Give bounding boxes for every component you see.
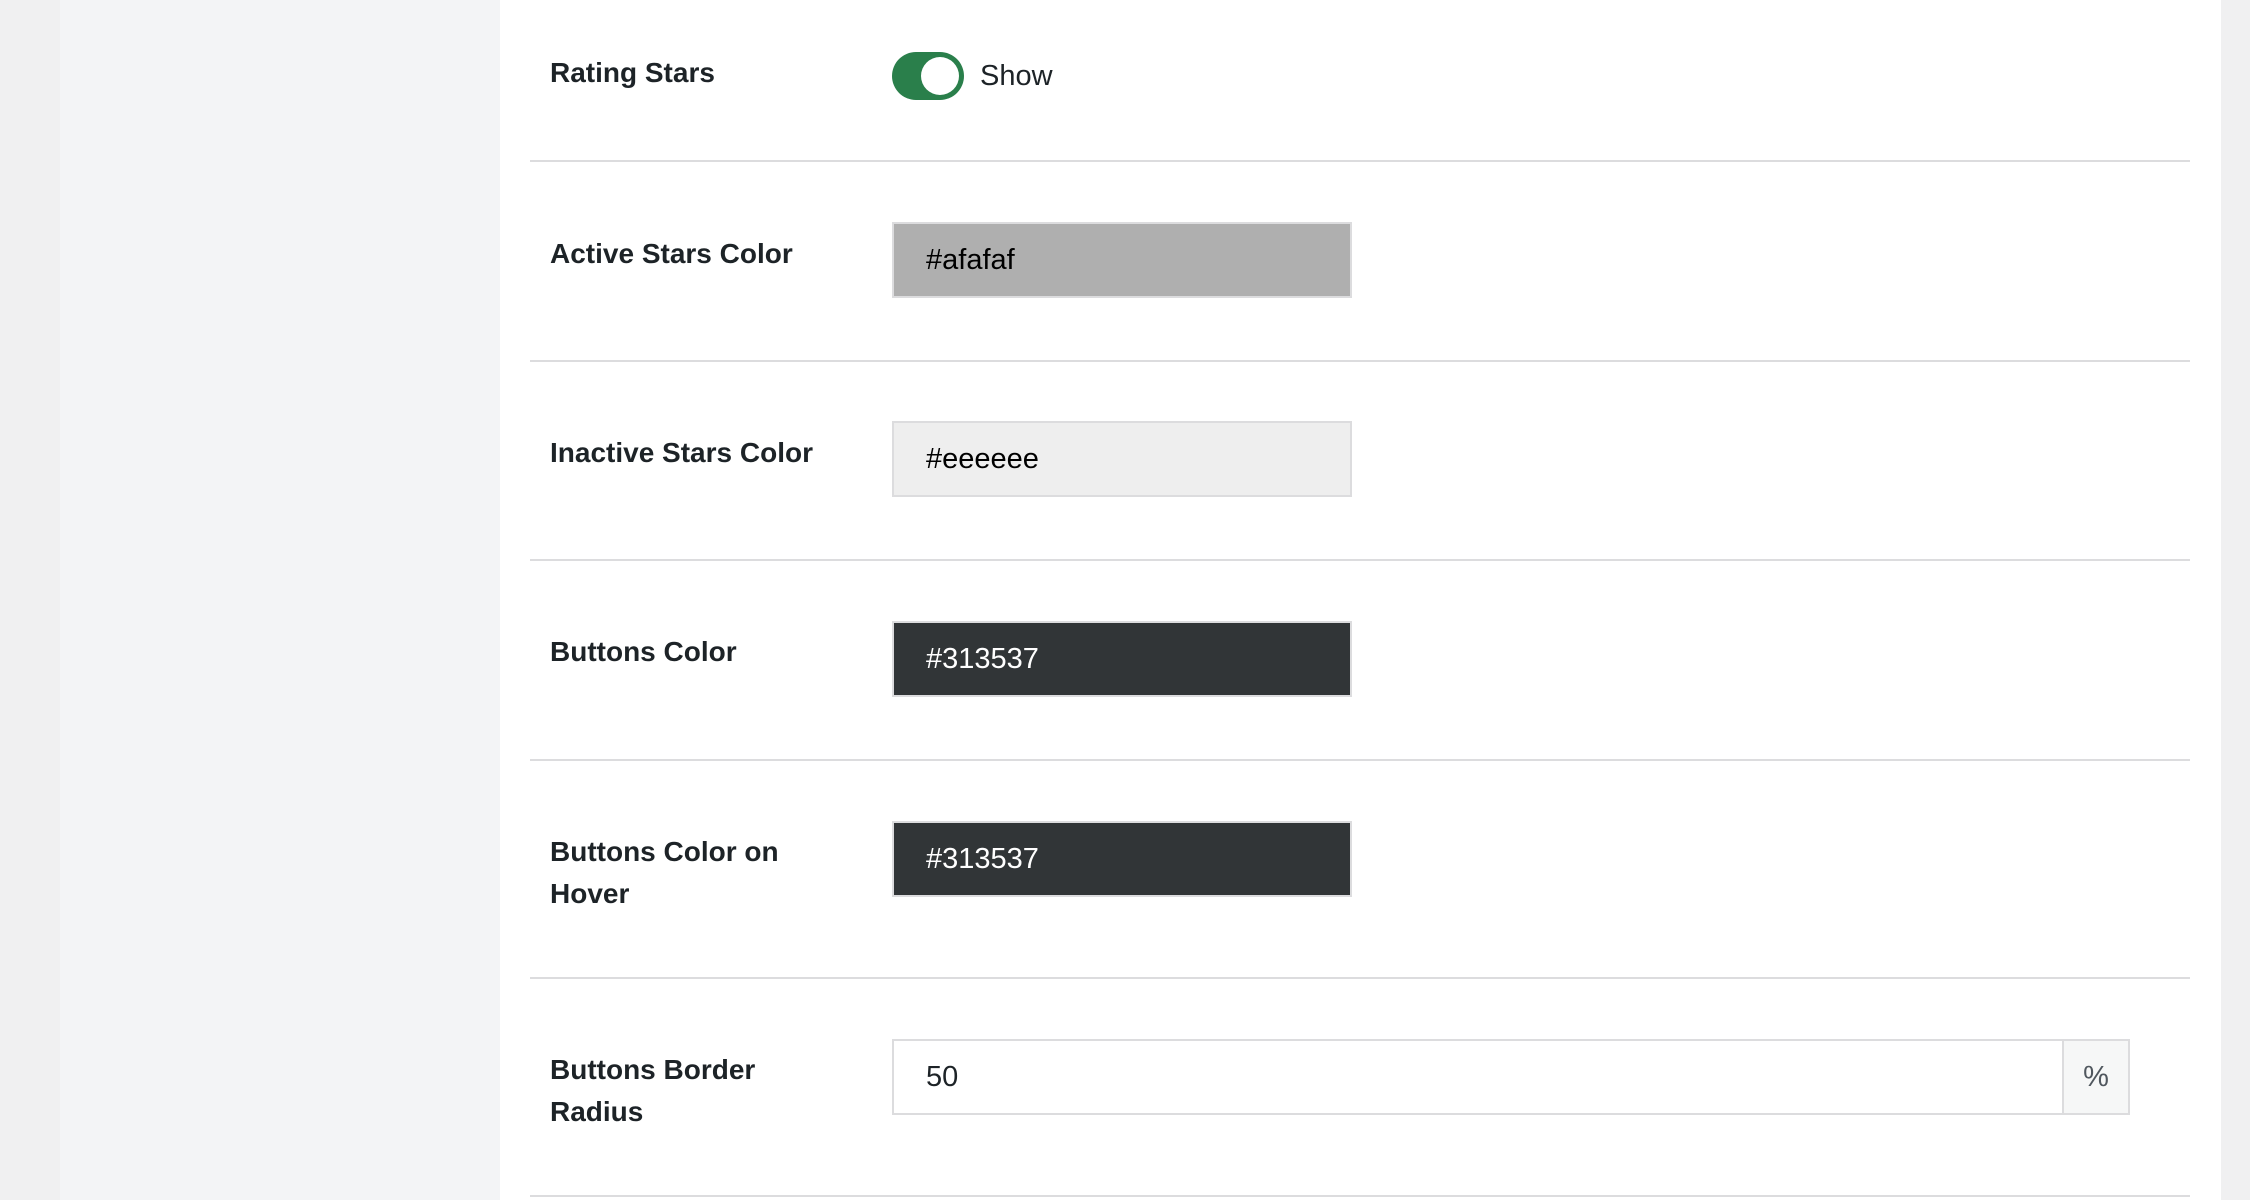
active-stars-color-picker[interactable]: #afafaf (892, 222, 1352, 298)
rating-stars-toggle-text: Show (980, 59, 1053, 92)
inactive-stars-color-value: #eeeeee (926, 442, 1039, 475)
buttons-color-hover-picker[interactable]: #313537 (892, 821, 1352, 897)
buttons-color-hover-value: #313537 (926, 842, 1039, 875)
rating-stars-toggle-group: Show (892, 52, 1053, 100)
inactive-stars-color-label: Inactive Stars Color (550, 437, 813, 468)
buttons-color-hover-label: Buttons Color on Hover (550, 836, 779, 909)
buttons-border-radius-label: Buttons Border Radius (550, 1054, 756, 1127)
inactive-stars-color-picker[interactable]: #eeeeee (892, 421, 1352, 497)
active-stars-color-label: Active Stars Color (550, 238, 793, 269)
setting-row-buttons-border-radius: Buttons Border Radius % (530, 979, 2190, 1197)
setting-row-rating-stars: Rating Stars Show (530, 0, 2190, 162)
buttons-border-radius-group: % (892, 1039, 2130, 1115)
buttons-color-label: Buttons Color (550, 636, 737, 667)
buttons-color-picker[interactable]: #313537 (892, 621, 1352, 697)
setting-row-active-stars-color: Active Stars Color #afafaf (530, 162, 2190, 362)
setting-row-buttons-color-hover: Buttons Color on Hover #313537 (530, 761, 2190, 979)
rating-stars-label: Rating Stars (550, 57, 715, 88)
buttons-border-radius-input[interactable] (892, 1039, 2062, 1115)
sidebar-panel (60, 0, 500, 1200)
rating-stars-toggle[interactable] (892, 52, 964, 100)
setting-row-buttons-color: Buttons Color #313537 (530, 561, 2190, 761)
buttons-color-value: #313537 (926, 642, 1039, 675)
page-frame: Rating Stars Show Active Stars Color #af… (0, 0, 2250, 1200)
percent-unit-addon: % (2062, 1039, 2130, 1115)
setting-row-inactive-stars-color: Inactive Stars Color #eeeeee (530, 362, 2190, 561)
active-stars-color-value: #afafaf (926, 243, 1015, 276)
toggle-knob (921, 57, 959, 95)
